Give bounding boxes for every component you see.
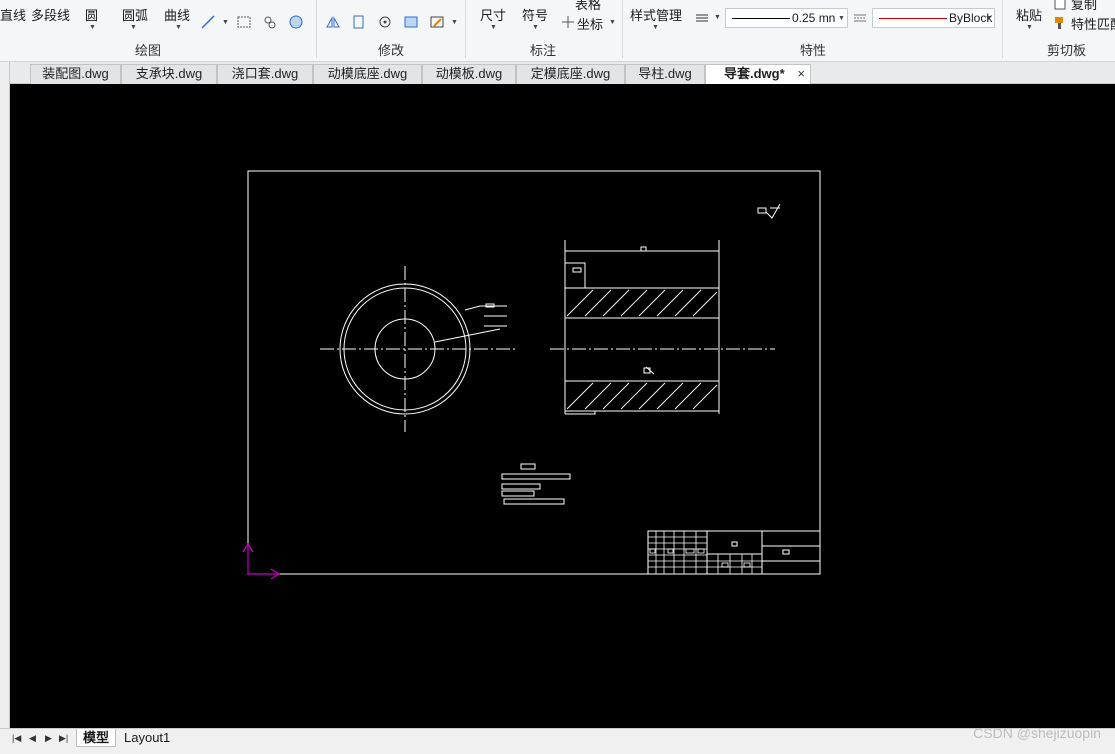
drawing-canvas[interactable]: [10, 84, 1115, 728]
tab-label: 支承块.dwg: [135, 66, 203, 81]
linetype-dropdown-icon[interactable]: ▼: [714, 14, 721, 21]
circle-button[interactable]: 圆: [85, 5, 98, 24]
tab-support-block[interactable]: 支承块.dwg: [121, 64, 217, 84]
close-icon[interactable]: ×: [797, 65, 805, 83]
tab-guide-bush[interactable]: 导套.dwg* ×: [705, 64, 811, 85]
dimension-dropdown-icon[interactable]: ▼: [490, 24, 497, 31]
watermark: CSDN @shejizuopin: [973, 725, 1101, 741]
curve-button[interactable]: 曲线: [164, 5, 190, 24]
region-icon[interactable]: [288, 14, 304, 30]
polyline-button[interactable]: 多段线: [31, 5, 70, 24]
separator: [622, 0, 623, 58]
ucs-icon: [242, 542, 281, 580]
tab-label: 导柱.dwg: [638, 66, 692, 81]
clipboard-group-label: 剪切板: [1047, 43, 1087, 58]
lineweight-dropdown-icon[interactable]: ▼: [838, 15, 845, 22]
draw-group-label: 绘图: [135, 43, 162, 58]
tab-label: 导套.dwg*: [724, 66, 785, 81]
offset-icon[interactable]: [351, 14, 367, 30]
tab-sprue-bushing[interactable]: 浇口套.dwg: [217, 64, 313, 84]
tab-label: 装配图.dwg: [42, 66, 109, 81]
xline-dropdown-icon[interactable]: ▼: [222, 19, 229, 26]
paste-button[interactable]: 粘贴: [1016, 5, 1042, 24]
style-manager-button[interactable]: 样式管理: [630, 5, 682, 24]
lineweight-preview: [732, 18, 790, 19]
coordinate-dropdown-icon[interactable]: ▼: [609, 19, 616, 26]
drawing: [242, 170, 821, 580]
line-button[interactable]: 直线: [0, 5, 26, 24]
color-select[interactable]: ByBlock ▼: [872, 8, 995, 28]
tab-moving-plate[interactable]: 动模板.dwg: [422, 64, 516, 84]
tab-fixed-base[interactable]: 定模底座.dwg: [516, 64, 625, 84]
linetype-icon[interactable]: [694, 10, 710, 26]
copy-icon[interactable]: [1052, 0, 1068, 10]
arc-dropdown-icon[interactable]: ▼: [130, 24, 137, 31]
color-preview: [879, 18, 947, 19]
properties-group-label: 特性: [800, 43, 827, 58]
color-icon[interactable]: [852, 10, 868, 26]
document-tab-bar: 装配图.dwg 支承块.dwg 浇口套.dwg 动模底座.dwg 动模板.dwg…: [0, 62, 1115, 85]
tab-layout1[interactable]: Layout1: [118, 729, 176, 747]
xline-icon[interactable]: [200, 14, 216, 30]
array-icon[interactable]: [403, 14, 419, 30]
rectangle-icon[interactable]: [236, 14, 252, 30]
separator: [465, 0, 466, 58]
copy-button[interactable]: 复制: [1071, 0, 1097, 13]
separator: [1002, 0, 1003, 58]
symbol-dropdown-icon[interactable]: ▼: [532, 24, 539, 31]
paste-dropdown-icon[interactable]: ▼: [1026, 24, 1033, 31]
dimension-button[interactable]: 尺寸: [480, 5, 506, 24]
rotate-icon[interactable]: [377, 14, 393, 30]
side-panel-strip[interactable]: [0, 62, 10, 728]
tab-label: 定模底座.dwg: [530, 66, 611, 81]
tab-model[interactable]: 模型: [76, 729, 117, 747]
tab-label: 动模底座.dwg: [327, 66, 408, 81]
modify-dropdown-icon[interactable]: ▼: [451, 19, 458, 26]
coordinate-button[interactable]: 坐标: [577, 14, 603, 33]
match-properties-icon[interactable]: [1052, 14, 1068, 30]
annotate-group-label: 标注: [530, 43, 557, 58]
tab-guide-pillar[interactable]: 导柱.dwg: [625, 64, 705, 84]
last-icon[interactable]: ▶|: [59, 733, 68, 744]
ribbon: 直线 多段线 圆 ▼ 圆弧 ▼ 曲线 ▼ ▼ 绘图 ▼ 修改 尺寸 ▼ 符号 ▼…: [0, 0, 1115, 62]
coordinate-icon: [562, 16, 574, 28]
color-dropdown-icon[interactable]: ▼: [985, 15, 992, 22]
curve-dropdown-icon[interactable]: ▼: [175, 24, 182, 31]
lineweight-select[interactable]: 0.25 mn ▼: [725, 8, 848, 28]
match-properties-button[interactable]: 特性匹配: [1071, 14, 1115, 33]
prev-icon[interactable]: ◀: [29, 733, 36, 744]
circle-dropdown-icon[interactable]: ▼: [89, 24, 96, 31]
front-view: [320, 266, 515, 432]
first-icon[interactable]: |◀: [12, 733, 21, 744]
title-block: [647, 530, 821, 575]
arc-button[interactable]: 圆弧: [122, 5, 148, 24]
technical-notes: [501, 463, 571, 505]
modify-group-label: 修改: [378, 43, 405, 58]
edit-icon[interactable]: [429, 14, 445, 30]
table-button[interactable]: 表格: [575, 0, 601, 13]
section-view: [550, 240, 775, 415]
tab-label: 动模板.dwg: [435, 66, 503, 81]
sheet-border: [247, 170, 821, 575]
hatch-icon[interactable]: [262, 14, 278, 30]
separator: [316, 0, 317, 58]
layout-tab-bar: |◀ ◀ ▶ ▶| 模型 Layout1: [0, 728, 1115, 754]
tab-label: 浇口套.dwg: [231, 66, 299, 81]
tab-assembly[interactable]: 装配图.dwg: [30, 64, 121, 84]
roughness-mark: [757, 203, 781, 219]
next-icon[interactable]: ▶: [45, 733, 52, 744]
lineweight-value: 0.25 mn: [792, 11, 836, 25]
style-manager-dropdown-icon[interactable]: ▼: [652, 24, 659, 31]
tab-moving-base[interactable]: 动模底座.dwg: [313, 64, 422, 84]
mirror-icon[interactable]: [325, 14, 341, 30]
symbol-button[interactable]: 符号: [522, 5, 548, 24]
